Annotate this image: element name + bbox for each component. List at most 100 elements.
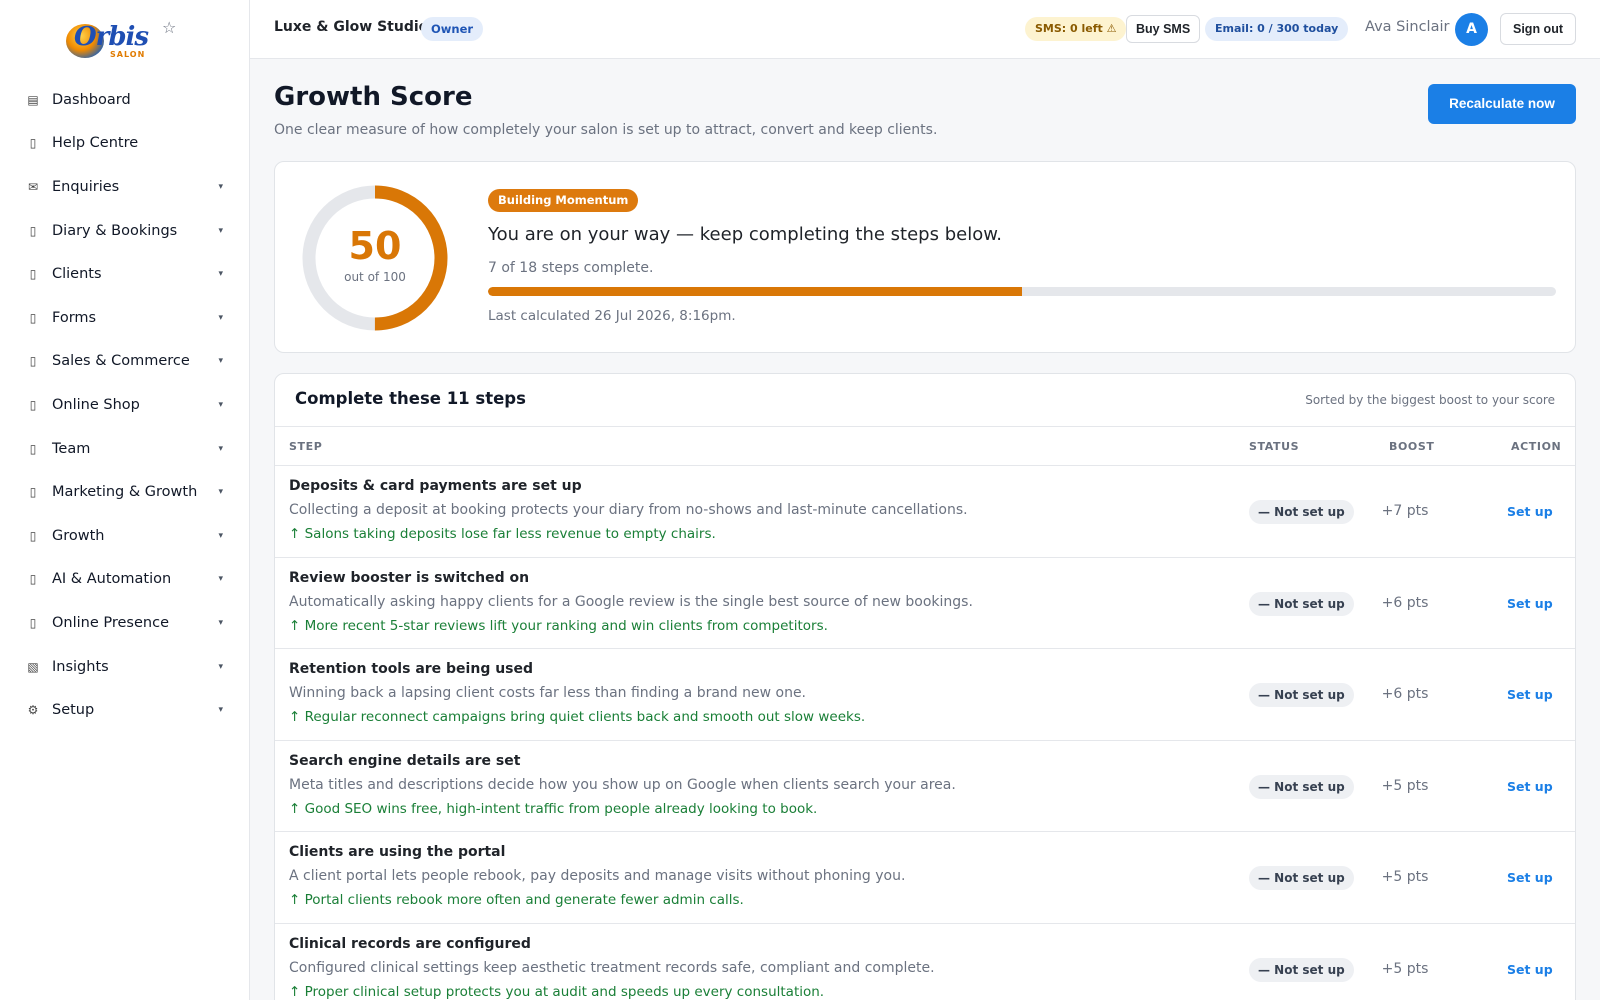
page-subtitle: One clear measure of how completely your… bbox=[274, 122, 938, 138]
chevron-down-icon[interactable]: ▾ bbox=[218, 313, 223, 323]
sidebar-item-team[interactable]: ▯ Team ▾ bbox=[0, 427, 250, 471]
buy-sms-button[interactable]: Buy SMS bbox=[1126, 15, 1201, 43]
chevron-down-icon[interactable]: ▾ bbox=[218, 574, 223, 584]
set-up-link[interactable]: Set up bbox=[1507, 962, 1553, 977]
status-badge: — Not set up bbox=[1249, 957, 1354, 982]
set-up-link[interactable]: Set up bbox=[1507, 687, 1553, 702]
sidebar-item-clients[interactable]: ▯ Clients ▾ bbox=[0, 252, 250, 296]
logo-wordmark: Orbis bbox=[74, 22, 149, 52]
star-icon: ☆ bbox=[162, 18, 177, 37]
help-centre-icon: ▯ bbox=[29, 136, 37, 151]
chevron-down-icon[interactable]: ▾ bbox=[218, 487, 223, 497]
column-header-boost: BOOST bbox=[1389, 440, 1435, 453]
chevron-down-icon[interactable]: ▾ bbox=[218, 531, 223, 541]
steps-table-header: STEP STATUS BOOST ACTION bbox=[275, 426, 1575, 466]
studio-name: Luxe & Glow Studio bbox=[274, 19, 429, 35]
sidebar-item-growth[interactable]: ▯ Growth ▾ bbox=[0, 514, 250, 558]
sidebar-item-sales-and-commerce[interactable]: ▯ Sales & Commerce ▾ bbox=[0, 340, 250, 384]
step-tip: ↑ More recent 5-star reviews lift your r… bbox=[289, 617, 828, 634]
boost-value: +6 pts bbox=[1381, 594, 1429, 611]
sidebar-item-forms[interactable]: ▯ Forms ▾ bbox=[0, 296, 250, 340]
step-tip: ↑ Good SEO wins free, high-intent traffi… bbox=[289, 800, 818, 817]
sidebar-item-label: Growth bbox=[52, 527, 105, 544]
page-title: Growth Score bbox=[274, 82, 473, 112]
team-icon: ▯ bbox=[29, 441, 37, 456]
sidebar-item-label: Marketing & Growth bbox=[52, 484, 198, 501]
set-up-link[interactable]: Set up bbox=[1507, 504, 1553, 519]
chevron-down-icon[interactable]: ▾ bbox=[218, 662, 223, 672]
set-up-link[interactable]: Set up bbox=[1507, 596, 1553, 611]
score-value: 50 bbox=[348, 224, 402, 268]
dashboard-icon: ▤ bbox=[27, 92, 39, 107]
steps-title: Complete these 11 steps bbox=[295, 389, 526, 408]
chevron-down-icon[interactable]: ▾ bbox=[218, 182, 223, 192]
step-tip: ↑ Portal clients rebook more often and g… bbox=[289, 892, 744, 909]
sign-out-button[interactable]: Sign out bbox=[1500, 13, 1576, 45]
sidebar-item-ai-and-automation[interactable]: ▯ AI & Automation ▾ bbox=[0, 558, 250, 602]
sidebar-item-label: Help Centre bbox=[52, 135, 139, 152]
sidebar-item-enquiries[interactable]: ✉ Enquiries ▾ bbox=[0, 165, 250, 209]
chevron-down-icon[interactable]: ▾ bbox=[218, 356, 223, 366]
table-row: Search engine details are set Meta titles… bbox=[275, 741, 1575, 833]
step-title: Deposits & card payments are set up bbox=[289, 478, 582, 494]
recalculate-button[interactable]: Recalculate now bbox=[1428, 84, 1576, 124]
sidebar-item-dashboard[interactable]: ▤ Dashboard bbox=[0, 78, 250, 122]
sidebar-item-label: Forms bbox=[52, 309, 97, 326]
set-up-link[interactable]: Set up bbox=[1507, 779, 1553, 794]
logo-subtext: SALON bbox=[110, 50, 146, 59]
set-up-link[interactable]: Set up bbox=[1507, 870, 1553, 885]
step-description: A client portal lets people rebook, pay … bbox=[289, 868, 906, 885]
boost-value: +7 pts bbox=[1381, 503, 1429, 519]
step-title: Clients are using the portal bbox=[289, 844, 506, 861]
step-title: Clinical records are configured bbox=[289, 935, 531, 952]
chevron-down-icon[interactable]: ▾ bbox=[218, 226, 223, 236]
sidebar-item-label: Team bbox=[52, 440, 91, 457]
sidebar-item-diary-and-bookings[interactable]: ▯ Diary & Bookings ▾ bbox=[0, 209, 250, 253]
sidebar-item-help-centre[interactable]: ▯ Help Centre bbox=[0, 122, 250, 166]
score-progress-bar bbox=[488, 287, 1556, 296]
sidebar-item-label: Online Presence bbox=[52, 614, 169, 631]
status-badge: — Not set up bbox=[1249, 500, 1354, 524]
step-description: Configured clinical settings keep aesthe… bbox=[289, 959, 935, 976]
forms-icon: ▯ bbox=[29, 310, 37, 325]
step-tip: ↑ Regular reconnect campaigns bring quie… bbox=[289, 709, 866, 726]
status-badge: — Not set up bbox=[1249, 774, 1354, 799]
step-title: Search engine details are set bbox=[289, 752, 521, 769]
last-calculated-text: Last calculated 26 Jul 2026, 8:16pm. bbox=[488, 308, 736, 324]
sidebar-item-setup[interactable]: ⚙ Setup ▾ bbox=[0, 688, 250, 732]
avatar[interactable]: A bbox=[1455, 13, 1488, 46]
score-out-of: out of 100 bbox=[344, 270, 406, 284]
chevron-down-icon[interactable]: ▾ bbox=[218, 618, 223, 628]
sidebar-item-marketing-and-growth[interactable]: ▯ Marketing & Growth ▾ bbox=[0, 470, 250, 514]
topbar: Luxe & Glow Studio Owner SMS: 0 left ⚠ B… bbox=[250, 0, 1600, 59]
setup-icon: ⚙ bbox=[27, 703, 39, 718]
step-tip: ↑ Proper clinical setup protects you at … bbox=[289, 983, 825, 1000]
chevron-down-icon[interactable]: ▾ bbox=[218, 444, 223, 454]
growth-icon: ▯ bbox=[29, 528, 37, 543]
status-badge: — Not set up bbox=[1249, 866, 1354, 891]
orbis-salon-logo[interactable]: Orbis SALON ☆ bbox=[66, 18, 186, 64]
diary-and-bookings-icon: ▯ bbox=[29, 223, 37, 238]
sales-and-commerce-icon: ▯ bbox=[29, 354, 37, 369]
step-description: Automatically asking happy clients for a… bbox=[289, 593, 973, 610]
sidebar-item-online-shop[interactable]: ▯ Online Shop ▾ bbox=[0, 383, 250, 427]
momentum-badge: Building Momentum bbox=[488, 189, 639, 212]
chevron-down-icon[interactable]: ▾ bbox=[218, 400, 223, 410]
column-header-action: ACTION bbox=[1511, 440, 1562, 453]
boost-value: +5 pts bbox=[1381, 869, 1429, 886]
sms-status-badge: SMS: 0 left ⚠ bbox=[1025, 17, 1127, 41]
score-ring: 50 out of 100 bbox=[299, 182, 451, 334]
table-row: Review booster is switched on Automatical… bbox=[275, 558, 1575, 650]
boost-value: +5 pts bbox=[1381, 960, 1429, 977]
sidebar-item-insights[interactable]: ▧ Insights ▾ bbox=[0, 645, 250, 689]
clients-icon: ▯ bbox=[29, 267, 37, 282]
chevron-down-icon[interactable]: ▾ bbox=[218, 705, 223, 715]
score-card: 50 out of 100 Building Momentum You are … bbox=[274, 161, 1576, 353]
sidebar-item-online-presence[interactable]: ▯ Online Presence ▾ bbox=[0, 601, 250, 645]
sidebar-item-label: Clients bbox=[52, 266, 102, 283]
sidebar-nav: ▤ Dashboard ▯ Help Centre ✉ Enquiries ▾ ▯ Diary … bbox=[0, 78, 250, 732]
sidebar-item-label: Setup bbox=[52, 702, 95, 719]
chevron-down-icon[interactable]: ▾ bbox=[218, 269, 223, 279]
sidebar: Orbis SALON ☆ ▤ Dashboard ▯ Help Centre ✉ Enq… bbox=[0, 0, 250, 1000]
email-status-badge: Email: 0 / 300 today bbox=[1205, 17, 1349, 41]
